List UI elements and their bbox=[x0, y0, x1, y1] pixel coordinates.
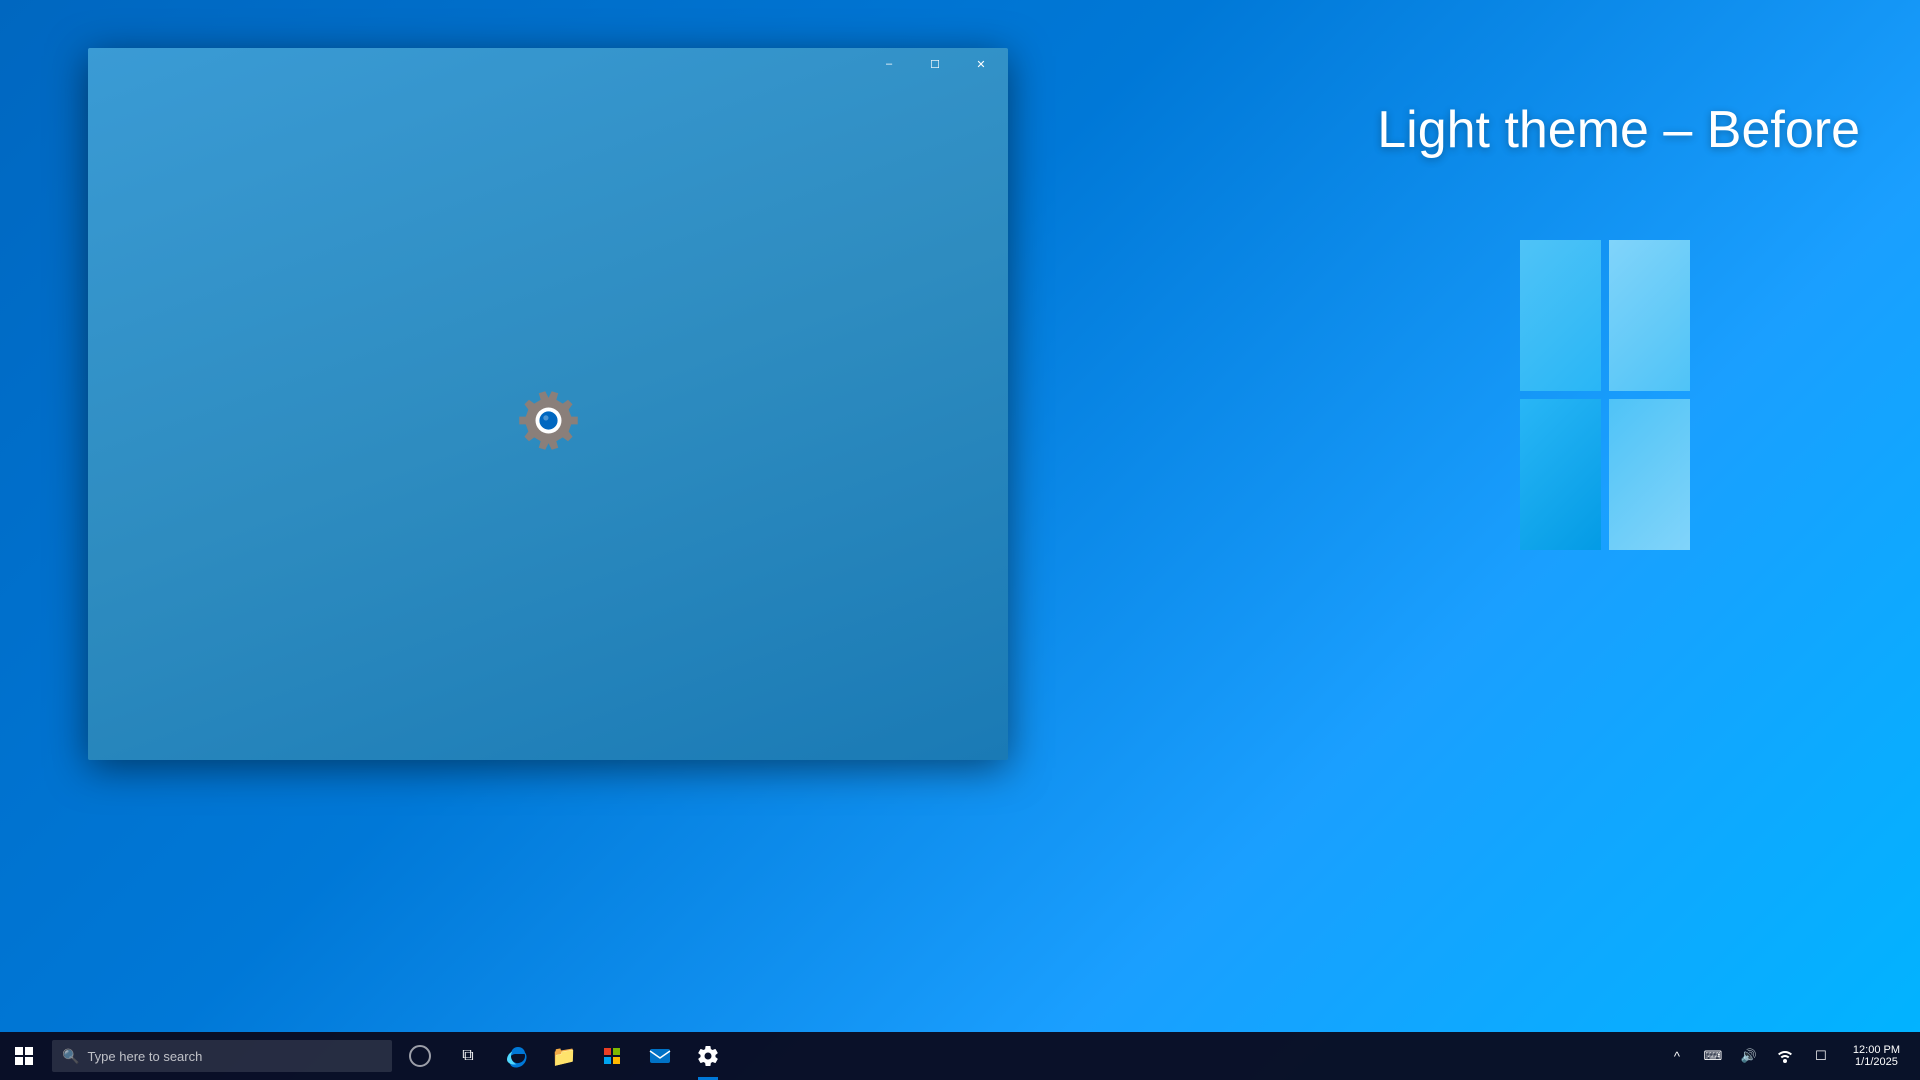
search-bar[interactable]: 🔍 Type here to search bbox=[52, 1040, 392, 1072]
window-content bbox=[88, 80, 1008, 760]
taskbar-app-settings[interactable] bbox=[684, 1032, 732, 1080]
title-bar: – ☐ ✕ bbox=[88, 48, 1008, 80]
annotation-text: Light theme – Before bbox=[1377, 100, 1860, 160]
taskview-icon: ⧉ bbox=[462, 1047, 473, 1065]
desktop: Light theme – Before – ☐ ✕ bbox=[0, 0, 1920, 1080]
win-logo-pane-br bbox=[1609, 399, 1690, 550]
office-icon bbox=[600, 1044, 624, 1068]
tray-network-icon[interactable] bbox=[1769, 1032, 1801, 1080]
maximize-button[interactable]: ☐ bbox=[912, 48, 958, 80]
settings-window: – ☐ ✕ bbox=[88, 48, 1008, 760]
tray-chevron-button[interactable]: ^ bbox=[1661, 1032, 1693, 1080]
settings-taskbar-icon bbox=[696, 1044, 720, 1068]
taskbar-app-edge[interactable] bbox=[492, 1032, 540, 1080]
windows-logo bbox=[1520, 240, 1720, 570]
folder-icon: 📁 bbox=[552, 1044, 577, 1069]
search-placeholder-text: Type here to search bbox=[87, 1049, 202, 1064]
taskbar-app-mail[interactable] bbox=[636, 1032, 684, 1080]
taskbar-app-cortana[interactable] bbox=[396, 1032, 444, 1080]
start-button[interactable] bbox=[0, 1032, 48, 1080]
system-tray: ^ ⌨ 🔊 ☐ 12:00 PM 1/1/2025 bbox=[1661, 1032, 1920, 1080]
taskbar: 🔍 Type here to search ⧉ 📁 bbox=[0, 1032, 1920, 1080]
taskbar-app-explorer[interactable]: 📁 bbox=[540, 1032, 588, 1080]
edge-icon bbox=[504, 1044, 528, 1068]
start-icon bbox=[15, 1047, 33, 1065]
win-logo-pane-tr bbox=[1609, 240, 1690, 391]
clock-date: 1/1/2025 bbox=[1855, 1056, 1898, 1068]
mail-icon bbox=[648, 1044, 672, 1068]
win-logo-pane-tl bbox=[1520, 240, 1601, 391]
minimize-button[interactable]: – bbox=[866, 48, 912, 80]
tray-volume-icon[interactable]: 🔊 bbox=[1733, 1032, 1765, 1080]
cortana-icon bbox=[409, 1045, 431, 1067]
search-icon: 🔍 bbox=[62, 1048, 79, 1065]
taskbar-app-office[interactable] bbox=[588, 1032, 636, 1080]
tray-action-center[interactable]: ☐ bbox=[1805, 1032, 1837, 1080]
settings-gear-icon bbox=[516, 388, 581, 453]
tray-keyboard-icon[interactable]: ⌨ bbox=[1697, 1032, 1729, 1080]
system-clock[interactable]: 12:00 PM 1/1/2025 bbox=[1841, 1032, 1912, 1080]
taskbar-apps: ⧉ 📁 bbox=[396, 1032, 1661, 1080]
win-logo-pane-bl bbox=[1520, 399, 1601, 550]
close-button[interactable]: ✕ bbox=[958, 48, 1004, 80]
taskbar-app-taskview[interactable]: ⧉ bbox=[444, 1032, 492, 1080]
clock-time: 12:00 PM bbox=[1853, 1044, 1900, 1056]
